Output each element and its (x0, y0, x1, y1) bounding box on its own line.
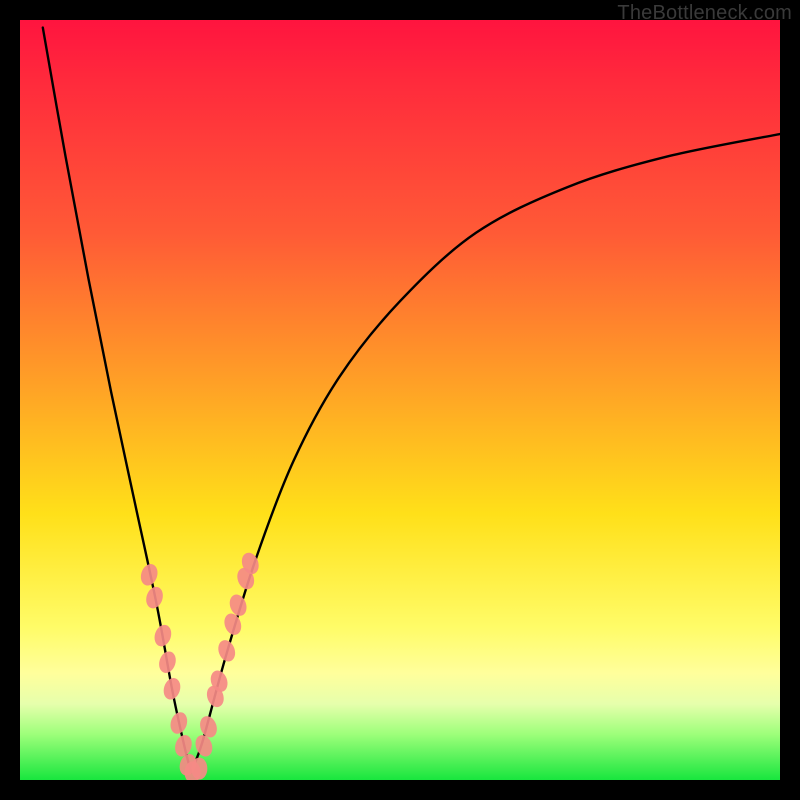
plot-area (20, 20, 780, 780)
data-marker (168, 710, 190, 736)
marker-layer (20, 20, 780, 780)
watermark-label: TheBottleneck.com (617, 2, 792, 25)
data-marker (215, 638, 238, 664)
data-marker (138, 562, 160, 588)
data-marker (156, 649, 178, 675)
chart-frame: TheBottleneck.com (0, 0, 800, 800)
data-marker (161, 676, 183, 702)
data-marker (144, 585, 166, 611)
data-marker (152, 623, 174, 649)
data-marker (191, 758, 207, 780)
